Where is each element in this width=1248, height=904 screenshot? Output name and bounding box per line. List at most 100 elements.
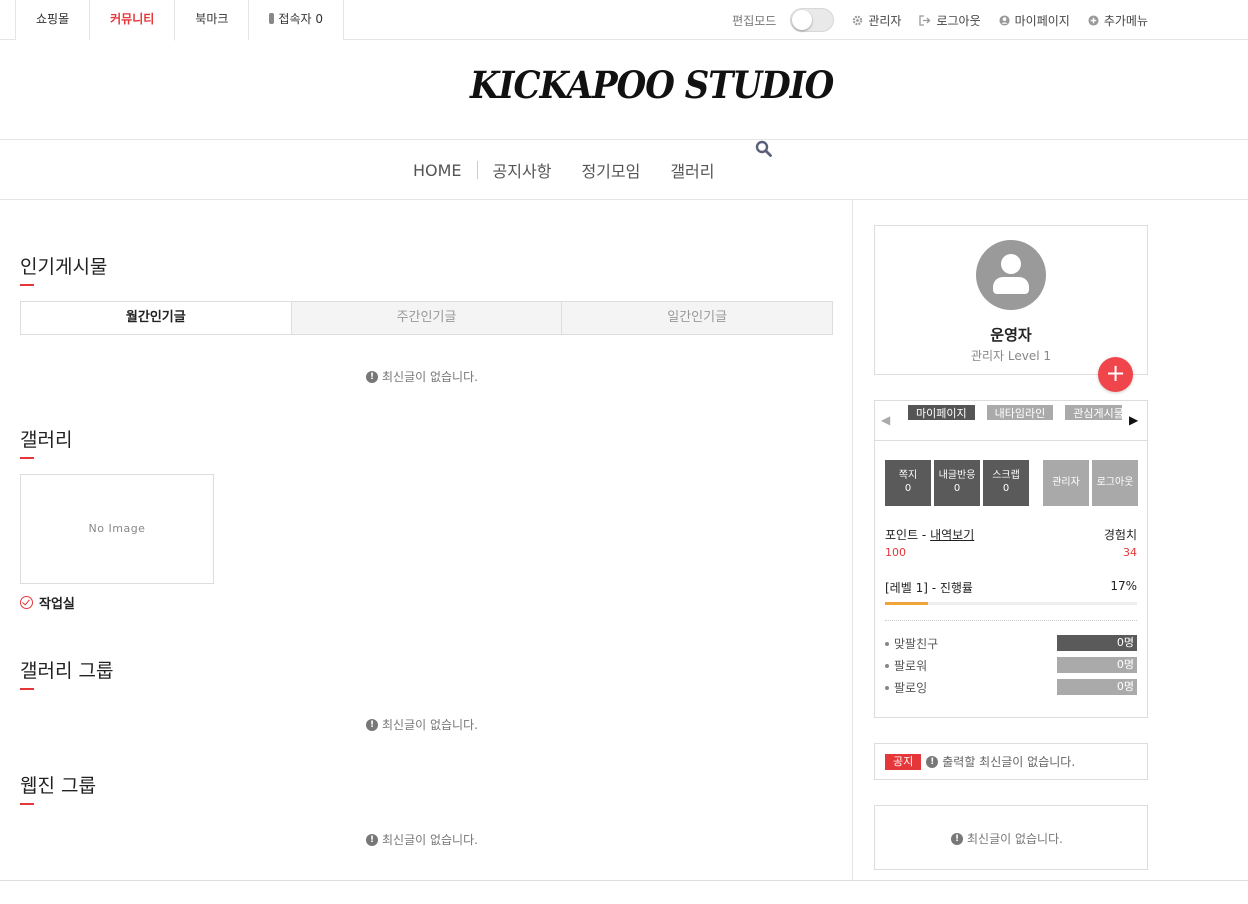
nav-home[interactable]: HOME [398,161,477,180]
admin-link[interactable]: 관리자 [852,12,901,29]
point-row: 포인트 - 내역보기 [885,526,974,543]
member-panel: ◀ 마이페이지 내타임라인 관심게시물 ▶ 쪽지 0 내글반응 0 스크랩 0 관리자 로… [874,400,1148,718]
top-bar: 쇼핑몰 커뮤니티 북마크 접속자 0 편집모드 관리자 로그아웃 마이페이지 추… [0,0,1248,41]
memo-box[interactable]: 쪽지 0 [885,460,931,506]
logo-area: KICKAPOO STUDIO [0,40,1248,140]
avatar-body [993,277,1029,294]
nav-notice[interactable]: 공지사항 [478,158,567,182]
stat-value: 0명 [1057,679,1137,695]
slider-prev-icon[interactable]: ◀ [881,413,890,427]
menu-slider: ◀ 마이페이지 내타임라인 관심게시물 ▶ [875,401,1147,441]
exclamation-icon: ! [366,718,378,731]
tab-monthly[interactable]: 월간인기글 [21,302,291,334]
empty-text: 최신글이 없습니다. [382,833,478,847]
bullet-icon [885,686,889,690]
box-label: 로그아웃 [1096,477,1134,488]
level-label: [레벨 1] - 진행률 [885,581,973,595]
add-button[interactable]: + [1098,357,1133,392]
gallery-group-title: 갤러리 그룹 [20,660,114,682]
point-history-link[interactable]: 내역보기 [930,528,974,542]
stat-label: 팔로잉 [894,681,928,695]
box-label: 스크랩 [992,470,1020,481]
avatar-head [1001,254,1021,274]
gallery-caption: 작업실 [39,597,75,612]
tab-community[interactable]: 커뮤니티 [90,0,176,41]
exclamation-icon: ! [366,833,378,846]
gallery-item-title[interactable]: 작업실 [20,593,75,612]
top-tabs: 쇼핑몰 커뮤니티 북마크 접속자 0 [15,0,344,41]
tab-bookmark[interactable]: 북마크 [175,0,250,40]
gallery-thumbnail[interactable]: No Image [20,474,214,584]
tab-shopping-mall[interactable]: 쇼핑몰 [16,0,91,40]
nav-list: HOME 공지사항 정기모임 갤러리 [398,158,730,182]
exclamation-icon: ! [366,370,378,383]
notice-badge: 공지 [885,753,922,770]
exclamation-icon: ! [951,832,963,845]
site-logo[interactable]: KICKAPOO STUDIO [470,64,834,108]
footer-divider [0,880,1248,881]
notice-bar: 공지 ! 출력할 최신글이 없습니다. [874,743,1148,780]
point-value: 100 [885,546,906,559]
stat-following[interactable]: 팔로잉 0명 [885,679,1137,695]
title-underline [20,803,34,805]
gallery-group-empty: ! 최신글이 없습니다. [366,716,478,733]
profile-name: 운영자 [990,326,1032,344]
visitors-label: 접속자 0 [278,12,323,26]
logout-icon [919,14,931,26]
reactions-box[interactable]: 내글반응 0 [934,460,980,506]
search-icon[interactable] [755,140,773,158]
logout-box[interactable]: 로그아웃 [1092,460,1138,506]
chip-mypage[interactable]: 마이페이지 [908,405,975,420]
stat-label: 팔로워 [894,659,928,673]
chip-interest[interactable]: 관심게시물 [1065,405,1122,420]
gear-icon [853,15,863,25]
user-circle-icon [999,14,1010,26]
popular-empty: ! 최신글이 없습니다. [366,368,478,385]
box-count: 0 [953,483,961,494]
popular-tabs: 월간인기글 주간인기글 일간인기글 [20,301,833,335]
toggle-knob [792,10,813,30]
profile-card: 운영자 관리자 Level 1 [874,225,1148,375]
person-icon [269,13,275,24]
edit-mode-toggle[interactable] [790,8,835,32]
stat-label: 맞팔친구 [894,637,939,651]
stat-value: 0명 [1057,657,1137,673]
more-menu-link[interactable]: 추가메뉴 [1088,12,1148,29]
admin-box[interactable]: 관리자 [1043,460,1089,506]
logout-link-label: 로그아웃 [936,13,981,28]
edit-mode-label: 편집모드 [732,13,777,28]
title-underline [20,688,34,690]
avatar[interactable] [976,240,1046,310]
logout-link[interactable]: 로그아웃 [919,12,981,29]
point-label: 포인트 - [885,528,931,542]
tab-visitors[interactable]: 접속자 0 [249,0,344,40]
stat-friends[interactable]: 맞팔친구 0명 [885,635,1137,651]
admin-link-label: 관리자 [868,13,902,28]
scrap-box[interactable]: 스크랩 0 [983,460,1029,506]
empty-text: 최신글이 없습니다. [967,832,1063,846]
menu-chips: 마이페이지 내타임라인 관심게시물 [908,402,1122,420]
tab-daily[interactable]: 일간인기글 [561,302,833,334]
exp-label: 경험치 [1103,528,1137,542]
latest-box: ! 최신글이 없습니다. [874,805,1148,870]
main-content: 인기게시물 월간인기글 주간인기글 일간인기글 ! 최신글이 없습니다. 갤러리 … [0,200,853,880]
plus-circle-icon [1088,14,1099,26]
box-count: 0 [1002,483,1010,494]
progress-percent: 17% [1110,579,1137,593]
stat-followers[interactable]: 팔로워 0명 [885,657,1137,673]
dotted-divider [885,620,1137,621]
mypage-link-label: 마이페이지 [1014,13,1070,28]
mypage-link[interactable]: 마이페이지 [999,12,1070,29]
nav-meeting[interactable]: 정기모임 [566,158,655,182]
box-label: 쪽지 [898,470,918,481]
slider-next-icon[interactable]: ▶ [1129,413,1138,427]
main-nav: HOME 공지사항 정기모임 갤러리 [0,140,1248,200]
chip-timeline[interactable]: 내타임라인 [986,405,1054,420]
webzine-group-title: 웹진 그룹 [20,775,96,797]
nav-gallery[interactable]: 갤러리 [655,158,729,182]
box-label: 내글반응 [938,470,976,481]
tab-weekly[interactable]: 주간인기글 [290,302,562,334]
empty-text: 최신글이 없습니다. [382,718,478,732]
progress-fill [885,602,928,605]
notice-text: 출력할 최신글이 없습니다. [942,755,1076,769]
